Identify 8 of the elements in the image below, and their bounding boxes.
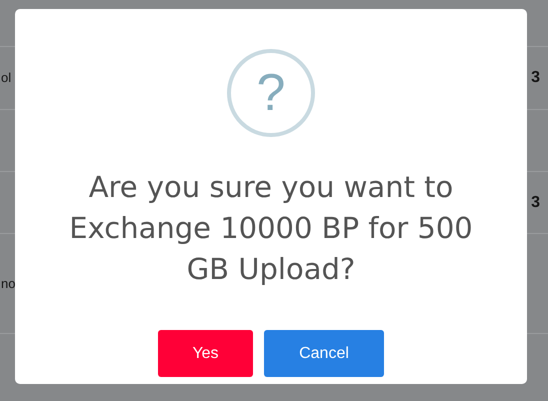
table-cell-text: 3 bbox=[531, 192, 540, 212]
table-cell-text: 3 bbox=[531, 68, 540, 88]
cancel-button[interactable]: Cancel bbox=[264, 330, 384, 377]
question-icon: ? bbox=[227, 49, 315, 137]
table-cell: no bbox=[1, 276, 16, 291]
table-cell: ol bbox=[1, 70, 12, 86]
dialog-message: Are you sure you want to Exchange 10000 BP for 500 GB Upload? bbox=[68, 169, 474, 288]
yes-button[interactable]: Yes bbox=[158, 330, 253, 377]
